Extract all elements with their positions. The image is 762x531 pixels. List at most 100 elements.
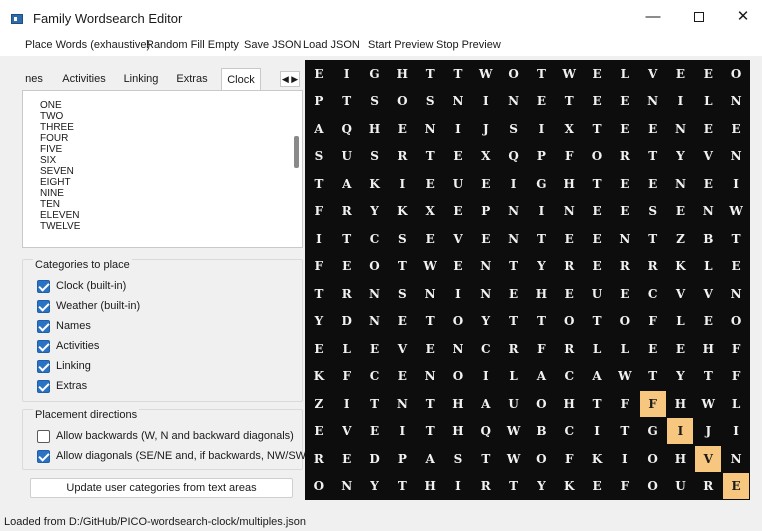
grid-cell[interactable]: N: [417, 116, 443, 142]
grid-cell[interactable]: I: [334, 61, 360, 87]
grid-cell[interactable]: S: [306, 143, 332, 169]
grid-cell[interactable]: V: [389, 336, 415, 362]
grid-cell[interactable]: Y: [362, 473, 388, 499]
grid-cell[interactable]: U: [445, 171, 471, 197]
grid-cell[interactable]: U: [501, 391, 527, 417]
grid-cell[interactable]: E: [612, 198, 638, 224]
grid-cell[interactable]: B: [528, 418, 554, 444]
list-scrollbar-thumb[interactable]: [294, 136, 299, 168]
grid-cell[interactable]: V: [445, 226, 471, 252]
grid-cell[interactable]: L: [695, 88, 721, 114]
grid-cell[interactable]: T: [362, 391, 388, 417]
grid-cell[interactable]: E: [334, 446, 360, 472]
grid-cell[interactable]: Y: [362, 198, 388, 224]
grid-cell[interactable]: K: [362, 171, 388, 197]
grid-cell[interactable]: D: [334, 308, 360, 334]
grid-cell[interactable]: O: [362, 253, 388, 279]
grid-cell[interactable]: E: [640, 116, 666, 142]
grid-cell[interactable]: T: [584, 308, 610, 334]
grid-cell[interactable]: F: [306, 198, 332, 224]
grid-cell[interactable]: A: [584, 363, 610, 389]
grid-cell[interactable]: C: [362, 363, 388, 389]
grid-cell[interactable]: F: [640, 308, 666, 334]
grid-cell[interactable]: J: [695, 418, 721, 444]
tab-names[interactable]: nes: [22, 68, 46, 90]
grid-cell[interactable]: E: [584, 88, 610, 114]
grid-cell[interactable]: L: [334, 336, 360, 362]
grid-cell[interactable]: W: [556, 61, 582, 87]
grid-cell[interactable]: E: [556, 281, 582, 307]
grid-cell[interactable]: N: [334, 473, 360, 499]
grid-cell[interactable]: N: [723, 281, 749, 307]
grid-cell[interactable]: N: [695, 198, 721, 224]
grid-cell[interactable]: T: [334, 88, 360, 114]
grid-cell[interactable]: I: [723, 171, 749, 197]
grid-cell[interactable]: C: [556, 363, 582, 389]
grid-cell[interactable]: T: [612, 418, 638, 444]
grid-cell[interactable]: E: [528, 88, 554, 114]
grid-cell[interactable]: L: [584, 336, 610, 362]
grid-cell[interactable]: G: [640, 418, 666, 444]
grid-cell[interactable]: R: [389, 143, 415, 169]
grid-cell[interactable]: I: [445, 281, 471, 307]
grid-cell[interactable]: N: [667, 116, 693, 142]
grid-cell[interactable]: Y: [306, 308, 332, 334]
grid-cell[interactable]: I: [501, 171, 527, 197]
grid-cell[interactable]: W: [723, 198, 749, 224]
grid-cell[interactable]: E: [723, 116, 749, 142]
grid-cell[interactable]: S: [389, 226, 415, 252]
grid-cell[interactable]: O: [445, 363, 471, 389]
grid-cell[interactable]: U: [334, 143, 360, 169]
grid-cell[interactable]: E: [667, 198, 693, 224]
tab-activities[interactable]: Activities: [56, 68, 112, 90]
grid-cell[interactable]: R: [306, 446, 332, 472]
grid-cell[interactable]: V: [334, 418, 360, 444]
grid-cell[interactable]: E: [306, 336, 332, 362]
grid-cell[interactable]: F: [306, 253, 332, 279]
grid-cell[interactable]: G: [528, 171, 554, 197]
grid-cell[interactable]: V: [695, 445, 722, 472]
grid-cell[interactable]: F: [528, 336, 554, 362]
grid-cell[interactable]: N: [362, 281, 388, 307]
grid-cell[interactable]: T: [528, 308, 554, 334]
grid-cell[interactable]: L: [695, 253, 721, 279]
grid-cell[interactable]: E: [473, 226, 499, 252]
grid-cell[interactable]: T: [528, 61, 554, 87]
grid-cell[interactable]: I: [612, 446, 638, 472]
grid-cell[interactable]: E: [612, 281, 638, 307]
grid-cell[interactable]: T: [723, 226, 749, 252]
grid-cell[interactable]: V: [640, 61, 666, 87]
grid-cell[interactable]: F: [334, 363, 360, 389]
grid-cell[interactable]: I: [473, 88, 499, 114]
grid-cell[interactable]: T: [306, 171, 332, 197]
grid-cell[interactable]: T: [584, 116, 610, 142]
grid-cell[interactable]: I: [334, 391, 360, 417]
grid-cell[interactable]: F: [612, 473, 638, 499]
grid-cell[interactable]: O: [723, 61, 749, 87]
grid-cell[interactable]: H: [667, 446, 693, 472]
grid-cell[interactable]: N: [667, 171, 693, 197]
grid-cell[interactable]: O: [501, 61, 527, 87]
grid-cell[interactable]: T: [501, 253, 527, 279]
grid-cell[interactable]: H: [417, 473, 443, 499]
grid-cell[interactable]: O: [528, 446, 554, 472]
grid-cell[interactable]: R: [334, 281, 360, 307]
grid-cell[interactable]: L: [612, 336, 638, 362]
grid-cell[interactable]: N: [556, 198, 582, 224]
grid-cell[interactable]: Q: [473, 418, 499, 444]
grid-cell[interactable]: J: [473, 116, 499, 142]
grid-cell[interactable]: T: [584, 171, 610, 197]
grid-cell[interactable]: G: [362, 61, 388, 87]
grid-cell[interactable]: E: [695, 116, 721, 142]
grid-cell[interactable]: E: [640, 336, 666, 362]
grid-cell[interactable]: A: [417, 446, 443, 472]
grid-cell[interactable]: E: [612, 88, 638, 114]
grid-cell[interactable]: E: [723, 473, 750, 500]
grid-cell[interactable]: L: [723, 391, 749, 417]
grid-cell[interactable]: V: [667, 281, 693, 307]
grid-cell[interactable]: T: [640, 363, 666, 389]
grid-cell[interactable]: T: [389, 473, 415, 499]
menu-load-json[interactable]: Load JSON: [303, 39, 360, 51]
grid-cell[interactable]: Q: [501, 143, 527, 169]
grid-cell[interactable]: B: [695, 226, 721, 252]
